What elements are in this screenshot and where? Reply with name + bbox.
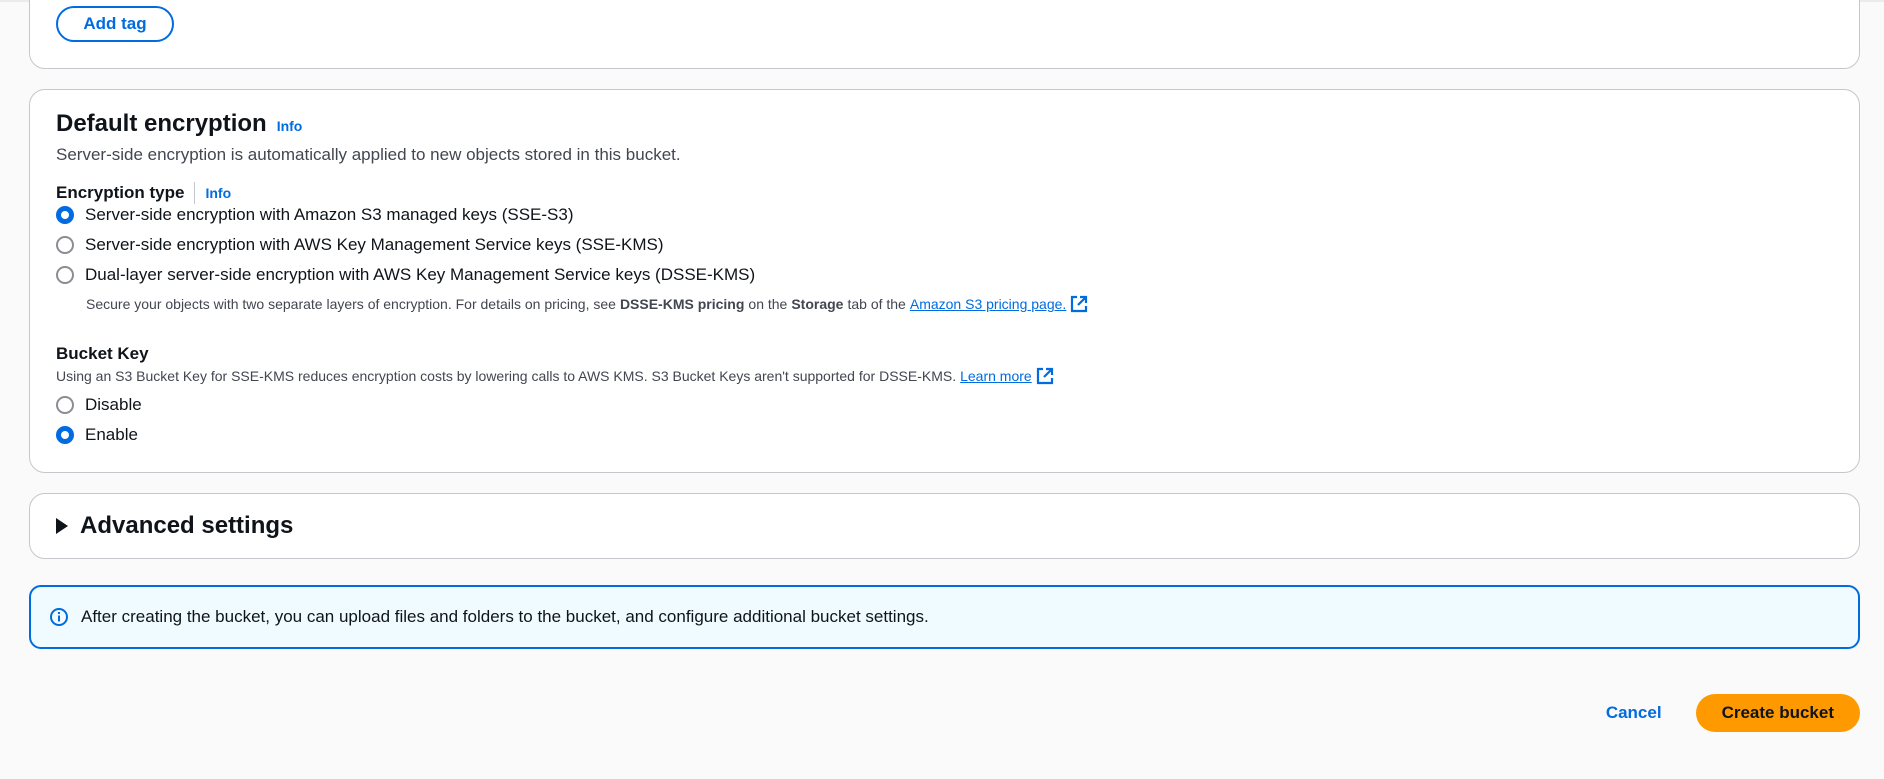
label-separator — [194, 182, 196, 204]
radio-sse-kms[interactable]: Server-side encryption with AWS Key Mana… — [56, 235, 664, 255]
encryption-header: Default encryption Info — [56, 110, 302, 138]
external-link-icon — [1036, 367, 1053, 385]
radio-sse-kms-label: Server-side encryption with AWS Key Mana… — [85, 235, 664, 254]
add-tag-button[interactable]: Add tag — [56, 6, 174, 42]
radio-disable-label: Disable — [85, 395, 142, 414]
encryption-description: Server-side encryption is automatically … — [56, 145, 681, 164]
radio-sse-s3-label: Server-side encryption with Amazon S3 ma… — [85, 205, 574, 224]
caret-right-icon — [56, 518, 68, 534]
form-actions: Cancel Create bucket — [1606, 694, 1860, 732]
info-alert: After creating the bucket, you can uploa… — [29, 585, 1860, 649]
page: Add tag Default encryption Info Server-s… — [0, 0, 1884, 779]
info-icon — [50, 608, 68, 626]
bucket-key-text: Bucket Key — [56, 344, 149, 363]
default-encryption-panel: Default encryption Info Server-side encr… — [29, 89, 1860, 473]
radio-bucket-key-disable[interactable]: Disable — [56, 395, 142, 415]
radio-button[interactable] — [56, 236, 74, 254]
radio-dsse-kms[interactable]: Dual-layer server-side encryption with A… — [56, 265, 755, 285]
advanced-settings-toggle[interactable]: Advanced settings — [56, 512, 293, 540]
dsse-desc-text-3: tab of the — [847, 296, 906, 312]
dsse-kms-description: Secure your objects with two separate la… — [86, 295, 1088, 313]
encryption-type-info-link[interactable]: Info — [205, 185, 231, 201]
external-link-icon — [1071, 295, 1088, 313]
radio-button-checked[interactable] — [56, 206, 74, 224]
radio-sse-s3[interactable]: Server-side encryption with Amazon S3 ma… — [56, 205, 574, 225]
encryption-info-link[interactable]: Info — [277, 118, 303, 134]
radio-button-checked[interactable] — [56, 426, 74, 444]
dsse-desc-text-1: Secure your objects with two separate la… — [86, 296, 616, 312]
learn-more-label: Learn more — [960, 368, 1032, 384]
radio-dsse-kms-label: Dual-layer server-side encryption with A… — [85, 265, 756, 284]
radio-enable-label: Enable — [85, 425, 138, 444]
dsse-desc-bold-2: Storage — [791, 296, 844, 312]
tags-panel: Add tag — [29, 0, 1860, 69]
bucket-key-label: Bucket Key — [56, 344, 149, 364]
dsse-desc-text-2: on the — [748, 296, 788, 312]
encryption-type-text: Encryption type — [56, 183, 185, 202]
encryption-type-label: Encryption type Info — [56, 182, 231, 204]
bucket-key-desc-text: Using an S3 Bucket Key for SSE-KMS reduc… — [56, 368, 957, 384]
advanced-settings-label: Advanced settings — [80, 512, 294, 539]
radio-button[interactable] — [56, 396, 74, 414]
s3-pricing-link-label: Amazon S3 pricing page. — [909, 296, 1067, 312]
bucket-key-description: Using an S3 Bucket Key for SSE-KMS reduc… — [56, 367, 1054, 385]
cancel-button[interactable]: Cancel — [1606, 703, 1662, 723]
info-alert-text: After creating the bucket, you can uploa… — [81, 607, 929, 626]
create-bucket-button[interactable]: Create bucket — [1695, 694, 1860, 732]
learn-more-link[interactable]: Learn more — [960, 367, 1054, 385]
dsse-desc-bold-1: DSSE-KMS pricing — [619, 296, 745, 312]
radio-bucket-key-enable[interactable]: Enable — [56, 425, 138, 445]
advanced-settings-panel: Advanced settings — [29, 493, 1860, 559]
s3-pricing-link[interactable]: Amazon S3 pricing page. — [910, 295, 1088, 313]
radio-button[interactable] — [56, 266, 74, 284]
encryption-title: Default encryption — [56, 110, 267, 137]
